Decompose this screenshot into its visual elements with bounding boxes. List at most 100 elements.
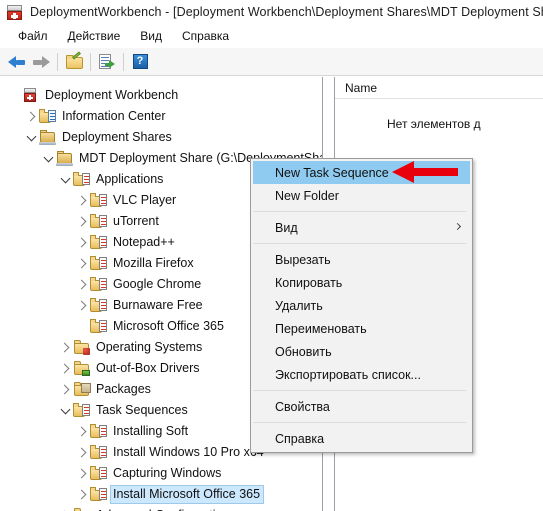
doc-folder-icon (73, 403, 90, 418)
tree-item[interactable]: Information Center (0, 106, 322, 127)
tree-item[interactable]: Advanced Configuration (0, 505, 322, 511)
doc-folder-icon (90, 424, 107, 439)
ctx-properties[interactable]: Свойства (253, 395, 470, 418)
twisty-down[interactable] (57, 403, 73, 419)
tree-item-label: Deployment Shares (62, 130, 172, 144)
tree-item-label: Out-of-Box Drivers (96, 361, 200, 375)
toolbar: ? (0, 48, 543, 76)
context-menu-item-label: Справка (275, 431, 325, 446)
menu-file[interactable]: Файл (8, 27, 58, 45)
menu-view[interactable]: Вид (130, 27, 172, 45)
doc-folder-icon (90, 298, 107, 313)
tree-item-label: Operating Systems (96, 340, 203, 354)
title-bar: DeploymentWorkbench - [Deployment Workbe… (0, 0, 543, 24)
twisty-right[interactable] (57, 508, 73, 511)
menu-action[interactable]: Действие (58, 27, 131, 45)
ctx-new-folder[interactable]: New Folder (253, 184, 470, 207)
tree-item[interactable]: Capturing Windows (0, 463, 322, 484)
share-folder-icon (56, 151, 73, 166)
ctx-refresh[interactable]: Обновить (253, 340, 470, 363)
context-menu-item-label: Удалить (275, 298, 323, 313)
twisty-none (6, 88, 22, 104)
doc-folder-icon (90, 487, 107, 502)
tree-item-label: Information Center (62, 109, 166, 123)
tree-item-label: Task Sequences (96, 403, 188, 417)
root-icon (22, 88, 39, 103)
doc-folder-icon (90, 256, 107, 271)
twisty-right[interactable] (74, 193, 90, 209)
twisty-right[interactable] (74, 424, 90, 440)
twisty-right[interactable] (74, 214, 90, 230)
context-menu-item-label: Переименовать (275, 321, 367, 336)
window-title: DeploymentWorkbench - [Deployment Workbe… (30, 5, 543, 19)
tree-item[interactable]: Deployment Shares (0, 127, 322, 148)
ctx-rename[interactable]: Переименовать (253, 317, 470, 340)
export-list-icon (99, 54, 115, 69)
twisty-right[interactable] (74, 235, 90, 251)
doc-folder-icon (90, 445, 107, 460)
tree-item-label: VLC Player (113, 193, 177, 207)
context-menu-separator (253, 422, 466, 423)
tree-item-label: Advanced Configuration (94, 507, 232, 511)
tree-item-label: Capturing Windows (113, 466, 222, 480)
twisty-right[interactable] (57, 361, 73, 377)
twisty-right[interactable] (57, 382, 73, 398)
drivers-folder-icon (73, 361, 90, 376)
tree-item[interactable]: Install Microsoft Office 365 (0, 484, 322, 505)
tree-item-label: Packages (96, 382, 151, 396)
up-folder-button[interactable] (62, 50, 86, 74)
toolbar-separator (57, 52, 58, 71)
twisty-right[interactable] (74, 256, 90, 272)
export-list-button[interactable] (95, 50, 119, 74)
doc-folder-icon (90, 193, 107, 208)
tree-item-label: Applications (96, 172, 164, 186)
twisty-right[interactable] (57, 340, 73, 356)
twisty-right[interactable] (74, 487, 90, 503)
twisty-right[interactable] (74, 445, 90, 461)
context-menu-item-label: Обновить (275, 344, 332, 359)
tree-item-label: uTorrent (113, 214, 159, 228)
twisty-right[interactable] (74, 466, 90, 482)
toolbar-separator (123, 52, 124, 71)
context-menu-item-label: New Task Sequence (275, 165, 389, 180)
menu-help[interactable]: Справка (172, 27, 239, 45)
twisty-down[interactable] (57, 172, 73, 188)
forward-button[interactable] (29, 50, 53, 74)
ctx-cut[interactable]: Вырезать (253, 248, 470, 271)
up-folder-icon (65, 50, 83, 69)
ctx-new-task-sequence[interactable]: New Task Sequence (253, 161, 470, 184)
twisty-right[interactable] (74, 298, 90, 314)
context-menu-item-label: Экспортировать список... (275, 367, 421, 382)
twisty-right[interactable] (74, 277, 90, 293)
help-icon: ? (132, 54, 148, 69)
results-column-header[interactable]: Name (335, 77, 543, 99)
tree-item[interactable]: Deployment Workbench (0, 85, 322, 106)
share-folder-icon (39, 130, 56, 145)
chevron-right-icon (453, 222, 462, 231)
context-menu-item-label: Свойства (275, 399, 330, 414)
tree-item-label: Deployment Workbench (45, 88, 179, 102)
twisty-right[interactable] (23, 109, 39, 125)
deployment-workbench-window: DeploymentWorkbench - [Deployment Workbe… (0, 0, 543, 511)
doc-folder-icon (90, 214, 107, 229)
back-arrow-icon (8, 55, 26, 69)
os-folder-icon (73, 340, 90, 355)
tree-item-label: Mozilla Firefox (113, 256, 194, 270)
ctx-view[interactable]: Вид (253, 216, 470, 239)
tree-item-label: Install Microsoft Office 365 (109, 485, 265, 504)
ctx-delete[interactable]: Удалить (253, 294, 470, 317)
ctx-help[interactable]: Справка (253, 427, 470, 450)
tree-item-label: Google Chrome (113, 277, 202, 291)
ctx-export-list[interactable]: Экспортировать список... (253, 363, 470, 386)
tree-item-label: Burnaware Free (113, 298, 203, 312)
empty-list-message: Нет элементов д (387, 117, 481, 131)
twisty-down[interactable] (23, 130, 39, 146)
column-header-name: Name (345, 80, 378, 95)
twisty-down[interactable] (40, 151, 56, 167)
doc-folder-icon (90, 277, 107, 292)
back-button[interactable] (5, 50, 29, 74)
help-button[interactable]: ? (128, 50, 152, 74)
doc-folder-icon (90, 235, 107, 250)
ctx-copy[interactable]: Копировать (253, 271, 470, 294)
context-menu[interactable]: New Task Sequence New Folder Вид Вырезать Ко… (250, 158, 473, 453)
